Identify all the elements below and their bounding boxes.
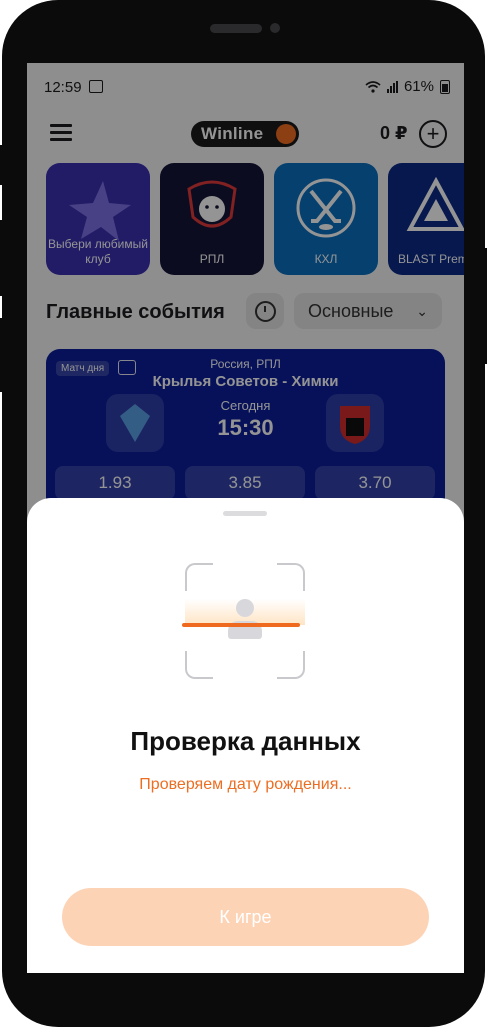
- sheet-status: Проверяем дату рождения...: [139, 776, 352, 793]
- volume-up-button: [0, 220, 6, 296]
- power-button: [481, 248, 487, 364]
- speaker: [210, 24, 262, 33]
- face-scan-icon: [182, 563, 305, 679]
- sheet-title: Проверка данных: [130, 726, 361, 756]
- phone-frame: 12:59 61% Winline 0 ₽ + Выбери любимый к…: [2, 0, 485, 1027]
- front-camera: [270, 23, 280, 33]
- screen: 12:59 61% Winline 0 ₽ + Выбери любимый к…: [27, 63, 464, 973]
- to-game-button[interactable]: К игре: [62, 888, 429, 946]
- verification-sheet: Проверка данных Проверяем дату рождения.…: [27, 498, 464, 973]
- volume-down-button: [0, 318, 6, 392]
- side-button: [0, 145, 6, 185]
- sheet-grabber[interactable]: [223, 511, 267, 516]
